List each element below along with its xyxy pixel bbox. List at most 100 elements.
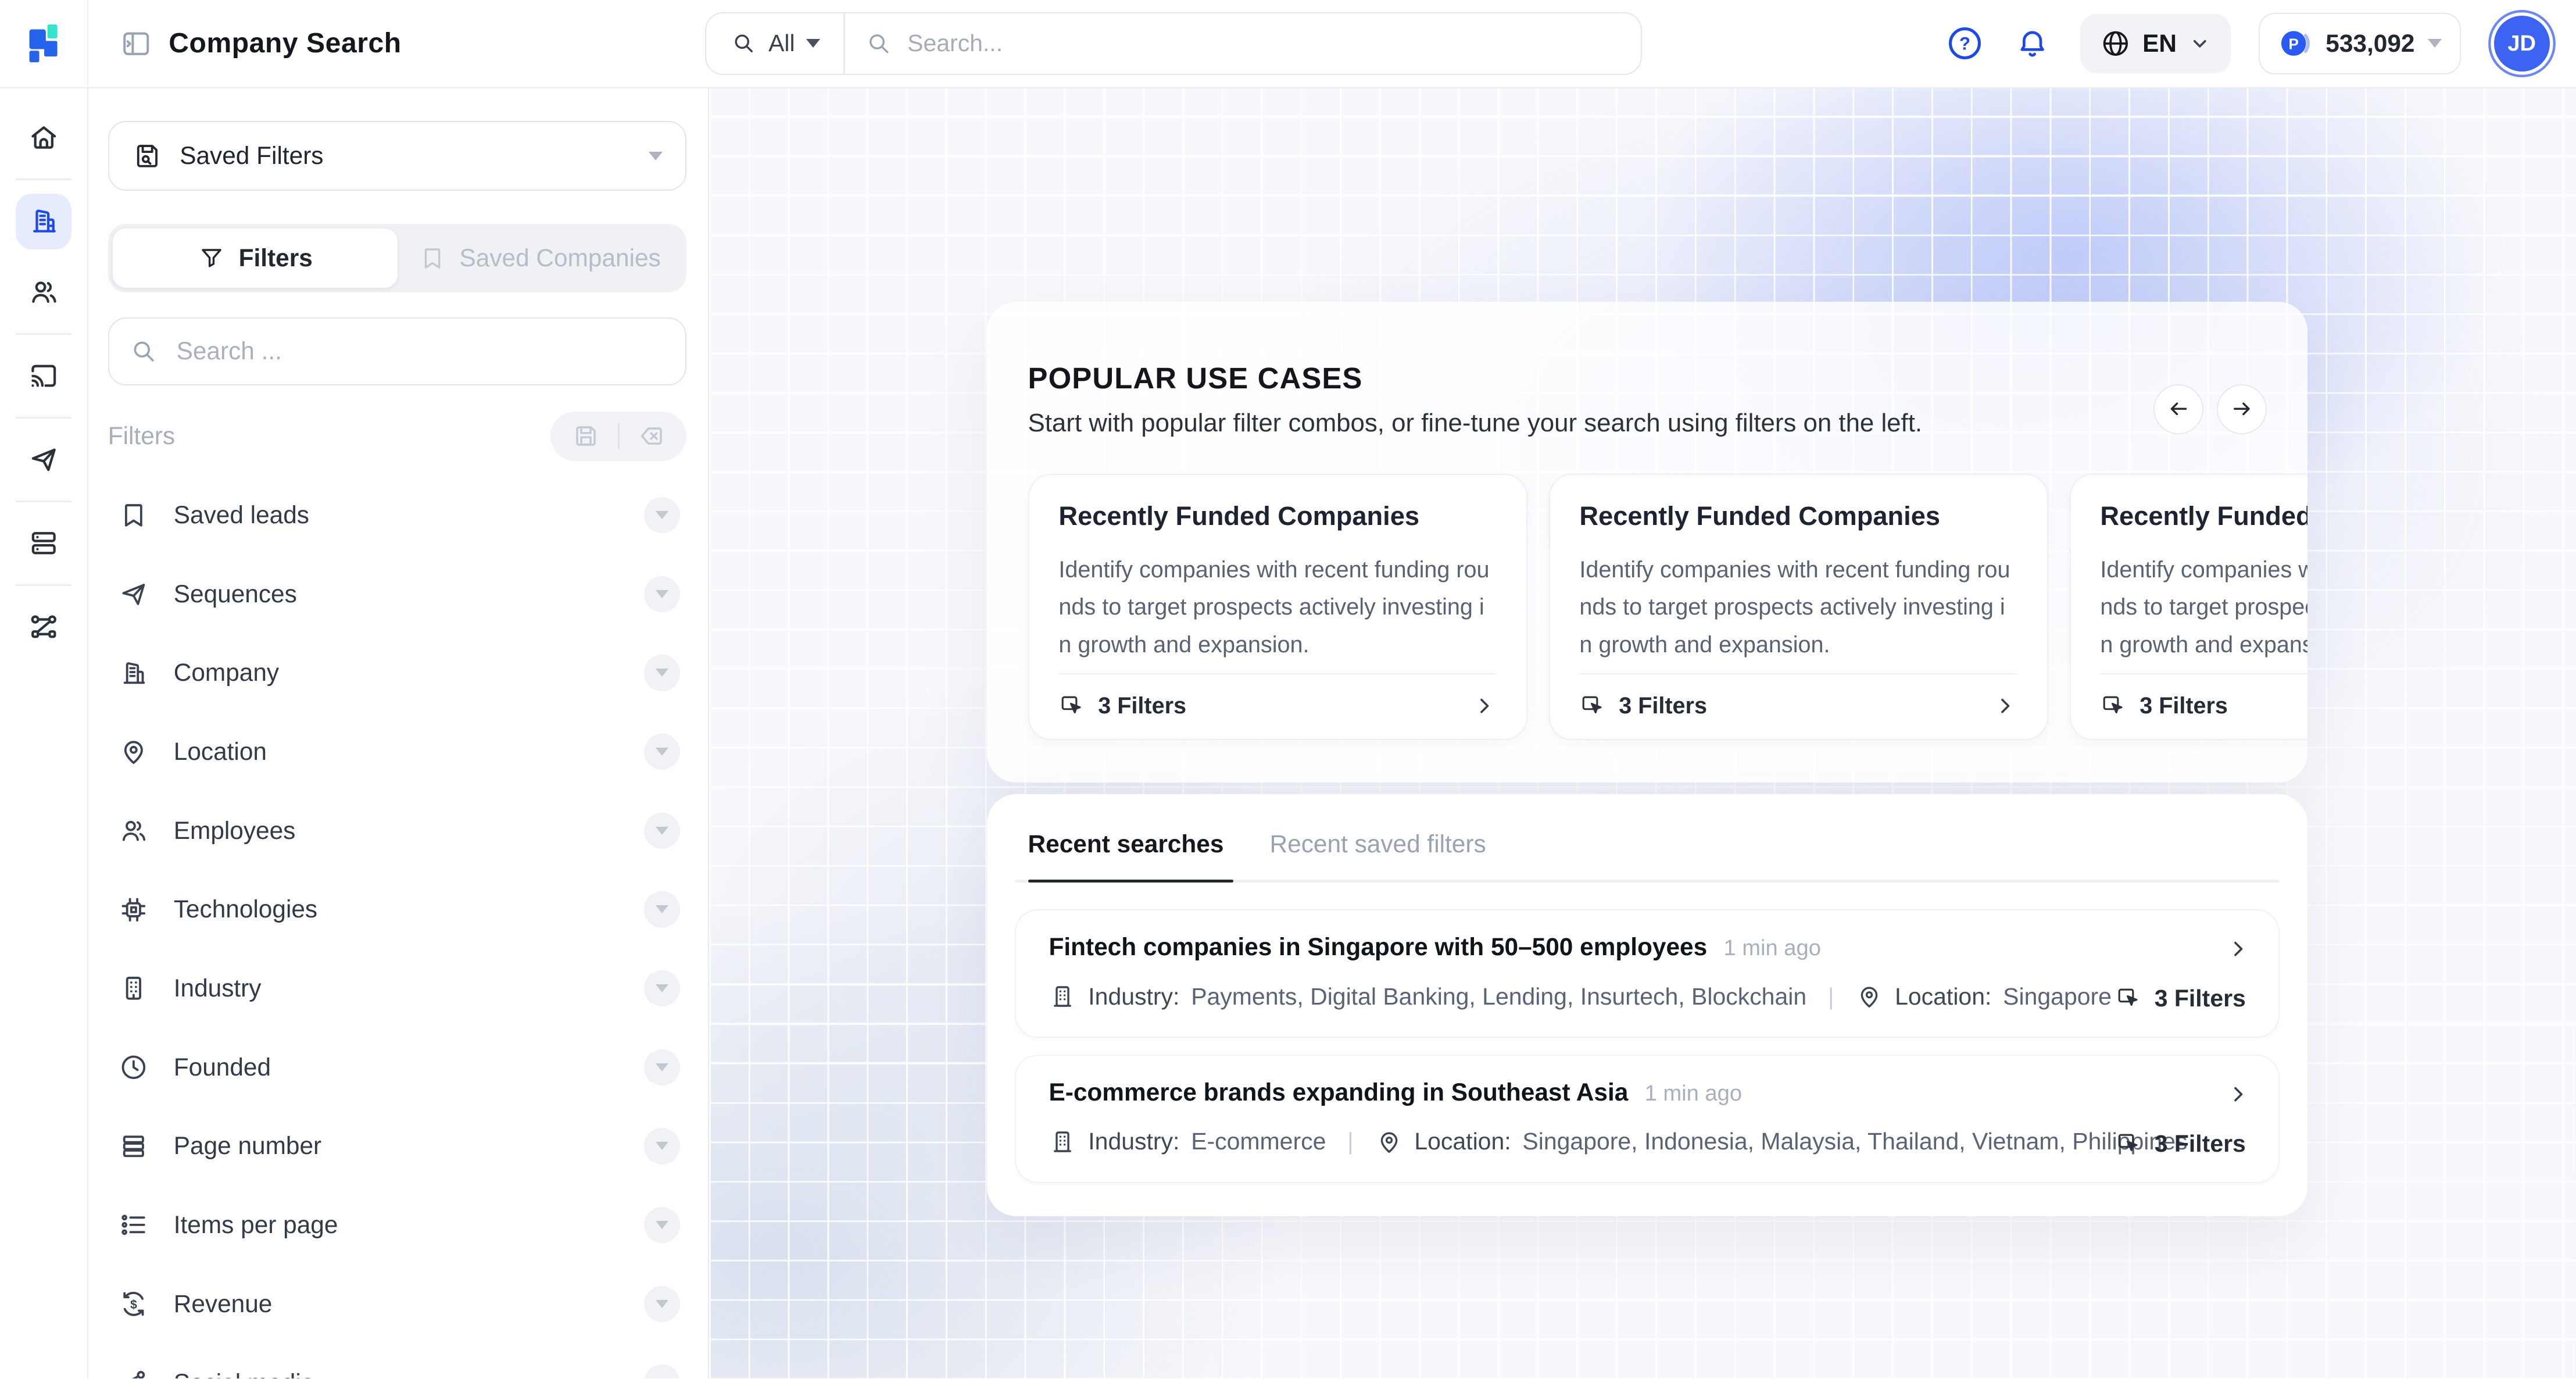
caret-down-icon: [2428, 39, 2442, 48]
chevron-down-icon[interactable]: [644, 1207, 680, 1243]
svg-text:P: P: [2289, 35, 2299, 53]
filter-item-industry[interactable]: Industry: [108, 949, 687, 1028]
arrow-left-button[interactable]: [2153, 384, 2203, 434]
filter-item-page-number[interactable]: Page number: [108, 1107, 687, 1186]
rail-workflows[interactable]: [16, 599, 71, 655]
filter-item-revenue[interactable]: $ Revenue: [108, 1264, 687, 1344]
chevron-right-icon: [1993, 694, 2017, 718]
card-description: Identify companies with recent funding r…: [1058, 551, 1497, 663]
arrow-right-icon: [2230, 396, 2254, 421]
logo-icon: [20, 20, 66, 66]
rail-screen-cast[interactable]: [16, 348, 71, 403]
data-server-icon: [27, 527, 60, 560]
filter-label: Founded: [174, 1053, 644, 1081]
chevron-down-icon[interactable]: [644, 970, 680, 1006]
popular-header-text: POPULAR USE CASES Start with popular fil…: [1028, 361, 1923, 438]
divider: [16, 417, 71, 419]
app-logo[interactable]: [0, 0, 88, 87]
cursor-click-icon: [2115, 985, 2141, 1012]
location-label: Location:: [1895, 983, 1991, 1010]
tab-filters[interactable]: Filters: [113, 228, 397, 288]
chevron-down-icon[interactable]: [644, 1364, 680, 1378]
map-pin-icon: [1375, 1128, 1403, 1156]
svg-text:$: $: [130, 1298, 137, 1312]
svg-text:?: ?: [1959, 34, 1970, 54]
nav-rail: [0, 88, 88, 1379]
chevron-down-icon[interactable]: [644, 813, 680, 849]
location-value: Singapore: [2003, 983, 2112, 1010]
recent-search-row[interactable]: Fintech companies in Singapore with 50–5…: [1015, 909, 2280, 1038]
sidebar-toggle-icon[interactable]: [120, 27, 153, 60]
meta-separator: |: [1347, 1128, 1354, 1155]
save-icon[interactable]: [572, 422, 600, 450]
people-icon: [118, 815, 149, 846]
filter-item-saved-leads[interactable]: Saved leads: [108, 476, 687, 555]
use-case-card[interactable]: Recently Funded Companies Identify compa…: [1028, 474, 1527, 740]
tab-saved-companies[interactable]: Saved Companies: [398, 228, 682, 288]
recent-search-meta: Industry: E-commerce | Location: Singapo…: [1049, 1128, 2245, 1156]
chevron-down-icon[interactable]: [644, 655, 680, 691]
card-filters-label: 3 Filters: [2139, 693, 2228, 719]
recent-search-meta: Industry: Payments, Digital Banking, Len…: [1049, 983, 2245, 1010]
clear-filters-icon[interactable]: [638, 422, 666, 450]
row-filters-label: 3 Filters: [2155, 985, 2246, 1012]
rail-company-search[interactable]: [16, 194, 71, 249]
chevron-right-icon: [2226, 937, 2251, 961]
filter-item-founded[interactable]: Founded: [108, 1028, 687, 1107]
chevron-down-icon[interactable]: [644, 1286, 680, 1322]
tab-recent-saved-filters[interactable]: Recent saved filters: [1270, 830, 1486, 858]
chevron-down-icon[interactable]: [644, 576, 680, 612]
industry-label: Industry:: [1088, 983, 1179, 1010]
rail-people-search[interactable]: [16, 264, 71, 320]
recent-search-title: Fintech companies in Singapore with 50–5…: [1049, 933, 1707, 961]
credits-count: 533,092: [2325, 30, 2414, 58]
filter-label: Saved leads: [174, 501, 644, 529]
caret-down-icon: [806, 39, 820, 48]
help-icon[interactable]: ?: [1945, 24, 1985, 63]
chevron-down-icon[interactable]: [644, 1049, 680, 1085]
app-window: Company Search All ?: [0, 0, 2576, 1378]
credits-dropdown[interactable]: P 533,092: [2259, 13, 2461, 74]
sidebar-search: [108, 317, 687, 385]
filter-item-employees[interactable]: Employees: [108, 791, 687, 870]
sidebar-search-input[interactable]: [173, 336, 666, 367]
arrow-right-button[interactable]: [2217, 384, 2267, 434]
card-title: Recently Funded Companies: [1058, 501, 1497, 531]
header-left: Company Search: [88, 27, 402, 60]
global-search: All: [705, 12, 1642, 76]
use-case-card[interactable]: Recently Funded Companies Identify compa…: [1549, 474, 2048, 740]
filter-item-technologies[interactable]: Technologies: [108, 870, 687, 949]
filter-label: Sequences: [174, 580, 644, 608]
global-search-input[interactable]: [893, 30, 1641, 57]
coin-icon: P: [2278, 26, 2312, 60]
rail-sequences[interactable]: [16, 431, 71, 487]
card-footer: 3 Filters: [2100, 673, 2307, 719]
chevron-down-icon[interactable]: [644, 1128, 680, 1164]
search-scope-label: All: [768, 30, 795, 57]
rail-home[interactable]: [16, 110, 71, 166]
chevron-down-icon[interactable]: [644, 734, 680, 770]
filter-label: Location: [174, 738, 644, 766]
language-selector[interactable]: EN: [2080, 14, 2231, 73]
avatar[interactable]: JD: [2494, 16, 2550, 72]
chevron-down-icon[interactable]: [644, 497, 680, 533]
use-case-card[interactable]: Recently Funded Companies Identify compa…: [2070, 474, 2308, 740]
screen-cast-icon: [27, 359, 60, 392]
tab-recent-searches[interactable]: Recent searches: [1028, 830, 1224, 858]
filter-item-items-per-page[interactable]: Items per page: [108, 1185, 687, 1264]
card-footer: 3 Filters: [1579, 673, 2017, 719]
carousel-nav: [2153, 384, 2267, 434]
use-case-cards: Recently Funded Companies Identify compa…: [1028, 474, 2308, 740]
rail-data[interactable]: [16, 516, 71, 571]
filter-item-social-media[interactable]: Social media: [108, 1344, 687, 1379]
chevron-down-icon[interactable]: [644, 891, 680, 927]
filter-item-company[interactable]: Company: [108, 634, 687, 713]
filter-item-location[interactable]: Location: [108, 712, 687, 791]
bell-icon[interactable]: [2013, 24, 2052, 63]
search-scope-dropdown[interactable]: All: [706, 13, 843, 74]
map-pin-icon: [118, 736, 149, 767]
location-label: Location:: [1414, 1128, 1511, 1155]
filter-item-sequences[interactable]: Sequences: [108, 555, 687, 634]
recent-search-row[interactable]: E-commerce brands expanding in Southeast…: [1015, 1055, 2280, 1184]
saved-filters-dropdown[interactable]: Saved Filters: [108, 121, 687, 191]
